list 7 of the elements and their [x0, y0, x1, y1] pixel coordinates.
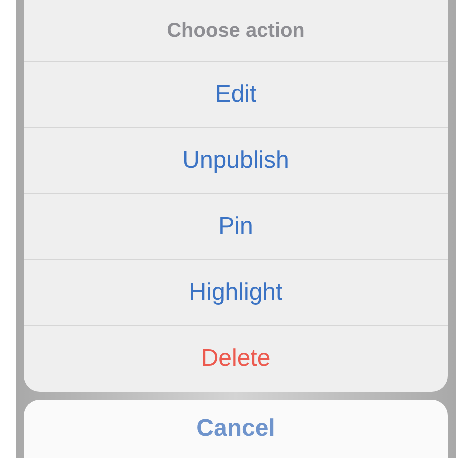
- action-button[interactable]: Pin: [24, 194, 448, 260]
- action-button[interactable]: Delete: [24, 326, 448, 392]
- sheet-title: Choose action: [167, 18, 305, 44]
- cancel-button[interactable]: Cancel: [24, 400, 448, 458]
- action-button[interactable]: Unpublish: [24, 128, 448, 194]
- action-button[interactable]: Highlight: [24, 260, 448, 326]
- action-button[interactable]: Edit: [24, 62, 448, 128]
